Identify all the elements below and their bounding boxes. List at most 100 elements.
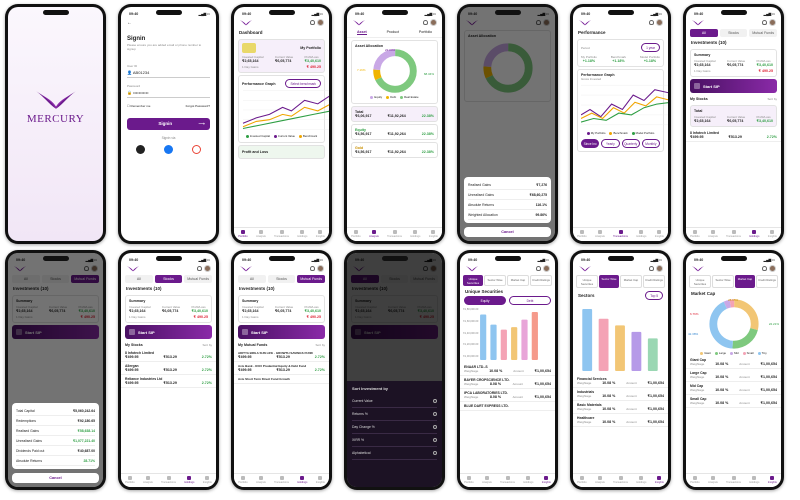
nav-item[interactable]: Transactions	[726, 229, 741, 238]
notification-icon[interactable]	[310, 20, 315, 25]
nav-item[interactable]: Transactions	[500, 475, 515, 484]
sort-by-button[interactable]: Sort by	[315, 343, 325, 347]
nav-item[interactable]: Insights	[768, 475, 777, 484]
cancel-button[interactable]: Cancel	[12, 473, 99, 483]
nav-item[interactable]: Portfolio	[690, 475, 700, 484]
total-card[interactable]: Total ₹6,06,917 ₹11,92,264 22.38%	[351, 106, 438, 122]
avatar[interactable]	[543, 265, 550, 272]
nav-item[interactable]: Portfolio	[577, 475, 587, 484]
summary-card[interactable]: Summary Invested Capital₹2,65,164 Curren…	[125, 295, 212, 323]
pl-card[interactable]: Profit and Loss	[238, 145, 325, 159]
tab-debt[interactable]: Debt	[509, 296, 551, 305]
tab-asset[interactable]: Asset	[356, 30, 367, 35]
nav-item[interactable]: Portfolio	[238, 229, 248, 238]
app-logo[interactable]	[239, 19, 253, 26]
portfolio-card[interactable]: My Portfolio Invested Capital ₹2,65,164 C…	[238, 39, 325, 73]
tab-portfolio[interactable]: Portfolio	[419, 30, 432, 35]
investment-tab[interactable]: Mutual Funds	[749, 29, 778, 37]
app-logo[interactable]	[578, 19, 592, 26]
avatar[interactable]	[204, 265, 211, 272]
app-logo[interactable]	[465, 265, 479, 272]
top-select[interactable]: Top 5	[645, 291, 663, 300]
analysis-tab[interactable]: Unique Securities	[463, 275, 483, 286]
investment-tab[interactable]: Mutual Funds	[184, 275, 213, 283]
nav-item[interactable]: Holdings	[636, 475, 646, 484]
investment-tab[interactable]: Stocks	[154, 275, 183, 283]
nav-item[interactable]: Transactions	[274, 229, 289, 238]
sector-row[interactable]: Financial Services Weightage 10.08 % Amount…	[573, 375, 668, 388]
stock-row[interactable]: Allergan ₹499.95 ₹513.29 2.72%	[121, 362, 216, 375]
nav-item[interactable]: Transactions	[613, 229, 628, 238]
nav-item[interactable]: Portfolio	[238, 475, 248, 484]
nav-item[interactable]: Holdings	[297, 475, 307, 484]
marketcap-row[interactable]: Small Cap Weightage 10.08 % Amount ₹1,00,654	[686, 395, 781, 408]
nav-item[interactable]: Analysis	[482, 475, 492, 484]
nav-item[interactable]: Analysis	[143, 475, 153, 484]
nav-item[interactable]: Analysis	[595, 229, 605, 238]
investment-tab[interactable]: All	[690, 29, 718, 37]
analysis-tab[interactable]: Sector Wise	[484, 275, 506, 286]
signin-button[interactable]: Signin ⟶	[127, 117, 210, 130]
tab-equity[interactable]: Equity	[464, 296, 506, 305]
fund-row[interactable]: Axis Bank - ICICI Prudential Equity & De…	[234, 362, 329, 375]
security-row[interactable]: BLUE DART EXPRESS LTD.	[460, 402, 555, 411]
sector-row[interactable]: Basic Materials Weightage 10.08 % Amount ₹1,…	[573, 401, 668, 414]
investment-tab[interactable]: Stocks	[267, 275, 296, 283]
app-logo[interactable]	[352, 19, 366, 26]
start-sip-button[interactable]: Start SIP	[238, 325, 325, 339]
avatar[interactable]	[317, 19, 324, 26]
notification-icon[interactable]	[649, 20, 654, 25]
nav-item[interactable]: Analysis	[256, 475, 266, 484]
avatar[interactable]	[656, 19, 663, 26]
investment-tab[interactable]: All	[125, 275, 153, 283]
notification-icon[interactable]	[310, 266, 315, 271]
nav-item[interactable]: Holdings	[636, 229, 646, 238]
analysis-tab[interactable]: Credit Ratings	[756, 275, 778, 288]
sort-option[interactable]: Day Change %	[352, 421, 437, 434]
notification-icon[interactable]	[762, 20, 767, 25]
nav-item[interactable]: Insights	[203, 475, 212, 484]
analysis-tab[interactable]: Market Cap	[507, 275, 529, 286]
avatar[interactable]	[430, 19, 437, 26]
apple-icon[interactable]	[136, 144, 146, 154]
analysis-tab[interactable]: Market Cap	[735, 275, 755, 288]
nav-item[interactable]: Holdings	[749, 475, 759, 484]
nav-item[interactable]: Insights	[655, 229, 664, 238]
investment-tab[interactable]: All	[238, 275, 266, 283]
nav-item[interactable]: Portfolio	[125, 475, 135, 484]
gold-card[interactable]: Gold ₹4,56,917 ₹11,92,264 22.38%	[351, 142, 438, 158]
start-sip-button[interactable]: Start SIP	[690, 79, 777, 93]
app-logo[interactable]	[691, 265, 705, 272]
cancel-button[interactable]: Cancel	[464, 227, 551, 237]
notification-icon[interactable]	[197, 266, 202, 271]
period-tab[interactable]: Since Inc	[581, 139, 600, 148]
marketcap-row[interactable]: Giant Cap Weightage 10.08 % Amount ₹1,00,654	[686, 356, 781, 369]
stock-row[interactable]: 8 Infotech Limited ₹499.95 ₹513.29 2.72%	[686, 129, 781, 142]
nav-item[interactable]: Analysis	[708, 475, 718, 484]
stock-row[interactable]: Reliance Industries Ltd ₹499.95 ₹513.29 2.7…	[121, 375, 216, 388]
nav-item[interactable]: Transactions	[387, 229, 402, 238]
nav-item[interactable]: Insights	[768, 229, 777, 238]
nav-item[interactable]: Analysis	[256, 229, 266, 238]
forgot-password-link[interactable]: Forgot Password?	[186, 104, 210, 108]
app-logo[interactable]	[691, 19, 705, 26]
nav-item[interactable]: Analysis	[369, 229, 379, 238]
nav-item[interactable]: Insights	[316, 229, 325, 238]
nav-item[interactable]: Transactions	[274, 475, 289, 484]
summary-card[interactable]: Summary Invested Capital₹2,65,164 Curren…	[690, 49, 777, 77]
sector-row[interactable]: Healthcare Weightage 10.08 % Amount ₹1,00,65…	[573, 414, 668, 427]
notification-icon[interactable]	[536, 266, 541, 271]
period-tab[interactable]: Monthly	[641, 139, 660, 148]
summary-card[interactable]: Summary Invested Capital₹2,65,164 Curren…	[238, 295, 325, 323]
notification-icon[interactable]	[423, 20, 428, 25]
nav-item[interactable]: Portfolio	[577, 229, 587, 238]
total-card[interactable]: Total Invested Capital ₹2,65,164 Current …	[690, 105, 777, 127]
password-field[interactable]: 🔒 •••••••••••	[127, 88, 210, 98]
tab-product[interactable]: Product	[387, 30, 399, 35]
avatar[interactable]	[656, 265, 663, 272]
investment-tab[interactable]: Mutual Funds	[297, 275, 326, 283]
nav-item[interactable]: Insights	[655, 475, 664, 484]
marketcap-row[interactable]: Large Cap Weightage 10.08 % Amount ₹1,00,654	[686, 369, 781, 382]
start-sip-button[interactable]: Start SIP	[125, 325, 212, 339]
equity-card[interactable]: Equity ₹4,56,917 ₹11,92,264 22.38%	[351, 124, 438, 140]
